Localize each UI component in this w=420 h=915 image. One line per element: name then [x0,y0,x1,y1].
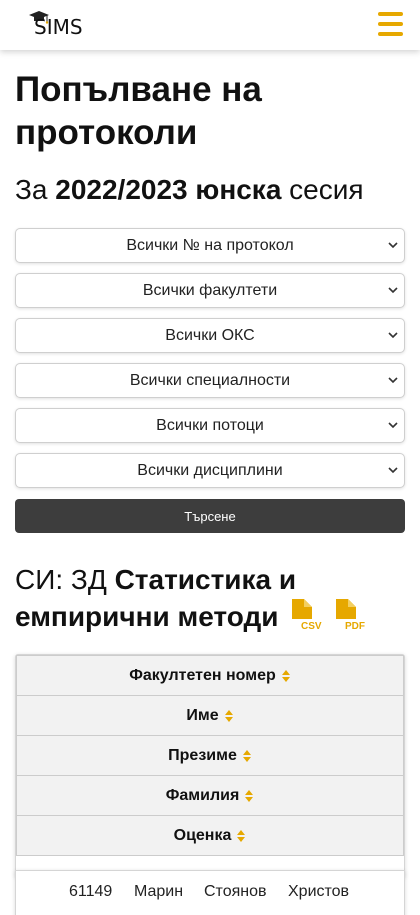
session-heading: За 2022/2023 юнска сесия [15,172,410,208]
svg-text:CSV: CSV [301,621,322,630]
sort-icon [281,669,290,682]
session-suffix: сесия [289,174,364,205]
grades-table-header: Факултетен номер Име Презиме Фамилия Оце… [15,654,405,878]
chevron-down-icon [388,422,398,429]
discipline-select[interactable]: Всички дисциплини [15,453,405,488]
header-faculty-number[interactable]: Факултетен номер [16,655,404,696]
svg-text:PDF: PDF [345,621,365,630]
faculty-select-value: Всички факултети [142,281,278,299]
faculty-select[interactable]: Всички факултети [15,273,405,308]
table-row: 61149 Марин Стоянов Христов [15,870,405,915]
logo[interactable]: SIMS [28,10,88,40]
stream-select-value: Всички потоци [156,416,264,434]
sort-icon [224,709,233,722]
discipline-prefix: СИ: ЗД [15,564,107,595]
discipline-heading: СИ: ЗД Статистика и емпирични методи CSV… [15,562,410,635]
stream-select[interactable]: Всички потоци [15,408,405,443]
header-label: Факултетен номер [129,666,276,684]
header-last-name[interactable]: Фамилия [16,775,404,816]
header-first-name[interactable]: Име [16,695,404,736]
page-title: Попълване на протоколи [15,70,262,152]
specialty-select-value: Всички специалности [129,371,291,389]
sort-icon [237,829,246,842]
sort-icon [242,749,251,762]
chevron-down-icon [388,332,398,339]
chevron-down-icon [388,287,398,294]
search-button[interactable]: Търсене [15,499,405,533]
session-year: 2022/2023 юнска [55,174,282,205]
sort-icon [245,789,254,802]
chevron-down-icon [388,377,398,384]
degree-select[interactable]: Всички ОКС [15,318,405,353]
cell-middle-name: Стоянов [204,883,267,900]
degree-select-value: Всички ОКС [165,326,255,344]
chevron-down-icon [388,242,398,249]
header-grade[interactable]: Оценка [16,815,404,856]
protocol-select-value: Всички № на протокол [126,236,294,254]
session-prefix: За [15,174,48,205]
hamburger-menu-icon[interactable] [376,10,406,38]
discipline-select-value: Всички дисциплини [137,461,283,479]
cell-last-name: Христов [288,883,350,900]
csv-file-icon[interactable]: CSV [290,598,322,630]
header-label: Презиме [168,746,237,764]
header-middle-name[interactable]: Презиме [16,735,404,776]
chevron-down-icon [388,467,398,474]
logo-text: SIMS [34,15,83,39]
header-label: Фамилия [165,786,240,804]
cell-faculty-number: 61149 [69,883,113,900]
header-label: Оценка [173,826,232,844]
pdf-file-icon[interactable]: PDF [334,598,366,630]
cell-first-name: Марин [134,883,184,900]
protocol-select[interactable]: Всички № на протокол [15,228,405,263]
header-label: Име [186,706,219,724]
specialty-select[interactable]: Всички специалности [15,363,405,398]
navbar: SIMS [0,0,420,50]
